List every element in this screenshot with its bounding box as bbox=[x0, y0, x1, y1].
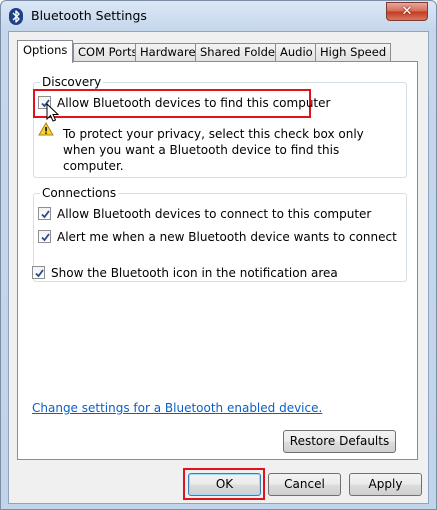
alert-new-device-checkbox[interactable] bbox=[38, 230, 51, 243]
allow-find-label: Allow Bluetooth devices to find this com… bbox=[57, 96, 331, 110]
tab-audio[interactable]: Audio bbox=[275, 43, 318, 62]
discovery-legend: Discovery bbox=[40, 75, 104, 89]
cancel-button[interactable]: Cancel bbox=[268, 473, 341, 496]
alert-new-device-label: Alert me when a new Bluetooth device wan… bbox=[57, 230, 397, 244]
title-bar[interactable]: Bluetooth Settings ✕ bbox=[1, 1, 436, 31]
privacy-warning-text: To protect your privacy, select this che… bbox=[63, 127, 364, 173]
allow-connect-checkbox[interactable] bbox=[38, 207, 51, 220]
show-icon-checkbox[interactable] bbox=[32, 266, 45, 279]
window-title: Bluetooth Settings bbox=[31, 8, 147, 23]
tab-high-speed[interactable]: High Speed bbox=[315, 43, 392, 62]
close-icon: ✕ bbox=[401, 4, 413, 19]
ok-button[interactable]: OK bbox=[188, 473, 261, 496]
close-button[interactable]: ✕ bbox=[386, 2, 428, 21]
bluetooth-icon bbox=[9, 8, 23, 25]
tab-shared-folder[interactable]: Shared Folder bbox=[195, 43, 285, 62]
options-tab-page: Discovery Allow Bluetooth devices to fin… bbox=[17, 61, 418, 460]
tab-hardware[interactable]: Hardware bbox=[135, 43, 201, 62]
change-settings-link[interactable]: Change settings for a Bluetooth enabled … bbox=[32, 401, 322, 415]
mouse-cursor-icon bbox=[46, 103, 60, 122]
restore-defaults-button[interactable]: Restore Defaults bbox=[283, 430, 396, 453]
show-icon-label: Show the Bluetooth icon in the notificat… bbox=[51, 266, 338, 280]
dialog-client-area: Options COM Ports Hardware Shared Folder… bbox=[8, 31, 429, 504]
bluetooth-settings-window: Bluetooth Settings ✕ Options COM Ports H… bbox=[0, 0, 437, 510]
apply-button[interactable]: Apply bbox=[349, 473, 422, 496]
tab-options[interactable]: Options bbox=[17, 40, 74, 63]
connections-legend: Connections bbox=[40, 186, 119, 200]
warning-icon bbox=[38, 122, 54, 136]
allow-connect-label: Allow Bluetooth devices to connect to th… bbox=[57, 207, 372, 221]
tab-com-ports[interactable]: COM Ports bbox=[73, 43, 143, 62]
